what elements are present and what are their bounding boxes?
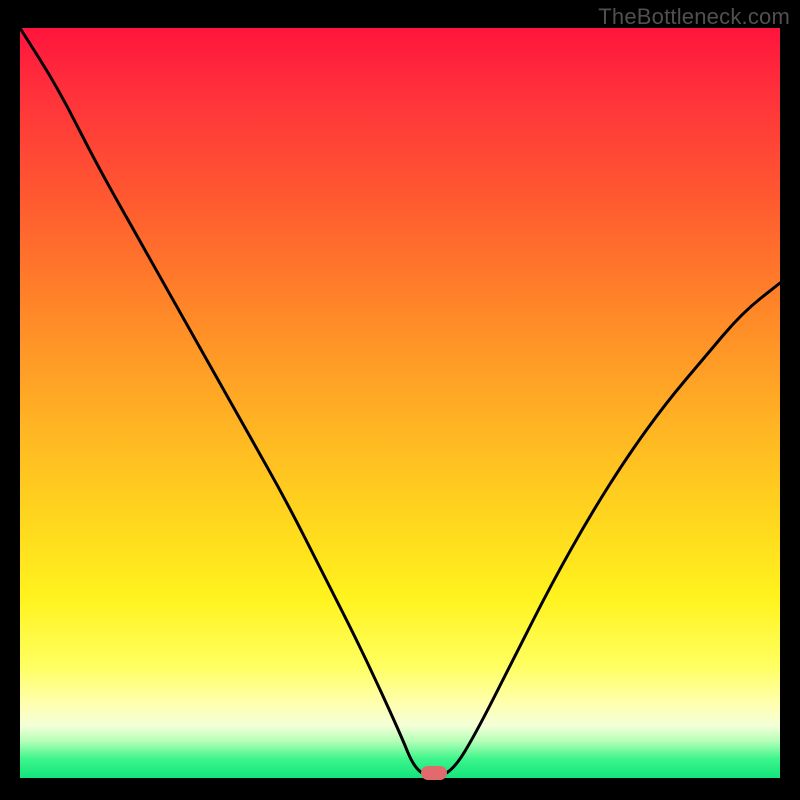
bottleneck-curve [20,28,780,778]
optimum-marker [421,766,447,780]
plot-area [20,28,780,778]
watermark-text: TheBottleneck.com [598,4,790,30]
chart-frame: TheBottleneck.com [0,0,800,800]
